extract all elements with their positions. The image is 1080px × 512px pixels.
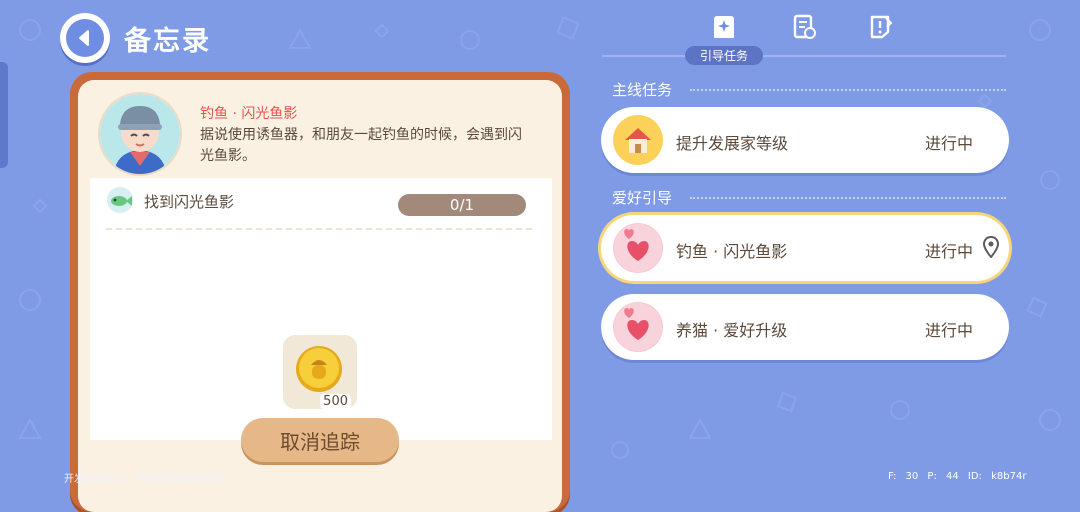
task-name: 钓鱼 · 闪光鱼影 xyxy=(200,106,298,122)
house-icon xyxy=(613,115,663,165)
reward-count: 500 xyxy=(320,394,351,409)
location-pin-icon[interactable] xyxy=(982,235,1000,259)
tab-hint-note-icon[interactable] xyxy=(868,14,894,40)
task-detail-body: 钓鱼 · 闪光鱼影 据说使用诱鱼器，和朋友一起钓鱼的时候，会遇到闪光鱼影。 找到… xyxy=(78,80,562,512)
heart-icon xyxy=(613,302,663,352)
debug-info: F: 30 P: 44 ID: k8b74r xyxy=(888,471,1027,482)
goal-text: 找到闪光鱼影 xyxy=(144,193,235,211)
section-title-main: 主线任务 xyxy=(612,81,673,99)
tab-quest-scroll-icon[interactable] xyxy=(791,14,817,40)
quest-item-fishing[interactable]: 钓鱼 · 闪光鱼影 进行中 xyxy=(601,215,1009,281)
section-divider xyxy=(690,197,1006,199)
page-title: 备忘录 xyxy=(124,26,211,57)
quest-name: 钓鱼 · 闪光鱼影 xyxy=(676,242,788,261)
section-divider xyxy=(690,89,1006,91)
quest-status: 进行中 xyxy=(925,321,974,340)
back-arrow-icon xyxy=(66,19,104,57)
heart-icon xyxy=(613,223,663,273)
build-watermark: 开发测试版本，不代表游戏最终品质 xyxy=(64,474,224,485)
quest-status: 进行中 xyxy=(925,242,974,261)
goal-progress-bar: 0/1 xyxy=(398,194,526,216)
reward-slot[interactable]: 500 xyxy=(283,335,357,409)
tab-guide-book-icon[interactable] xyxy=(711,14,737,40)
quest-status: 进行中 xyxy=(925,134,974,153)
fish-icon xyxy=(106,186,134,214)
tab-guide-label[interactable]: 引导任务 xyxy=(685,46,763,65)
divider xyxy=(106,228,532,230)
quest-name: 提升发展家等级 xyxy=(676,134,789,153)
back-button[interactable] xyxy=(60,13,110,63)
task-detail-card: 钓鱼 · 闪光鱼影 据说使用诱鱼器，和朋友一起钓鱼的时候，会遇到闪光鱼影。 找到… xyxy=(70,72,570,512)
quest-item-cat[interactable]: 养猫 · 爱好升级 进行中 xyxy=(601,294,1009,360)
edge-handle[interactable] xyxy=(0,62,8,168)
tab-underline xyxy=(602,55,1006,57)
section-title-hobby: 爱好引导 xyxy=(612,189,673,207)
quest-item-level-up[interactable]: 提升发展家等级 进行中 xyxy=(601,107,1009,173)
task-description: 据说使用诱鱼器，和朋友一起钓鱼的时候，会遇到闪光鱼影。 xyxy=(200,127,522,164)
quest-name: 养猫 · 爱好升级 xyxy=(676,321,788,340)
cancel-tracking-button[interactable]: 取消追踪 xyxy=(241,418,399,462)
npc-avatar xyxy=(100,94,180,174)
